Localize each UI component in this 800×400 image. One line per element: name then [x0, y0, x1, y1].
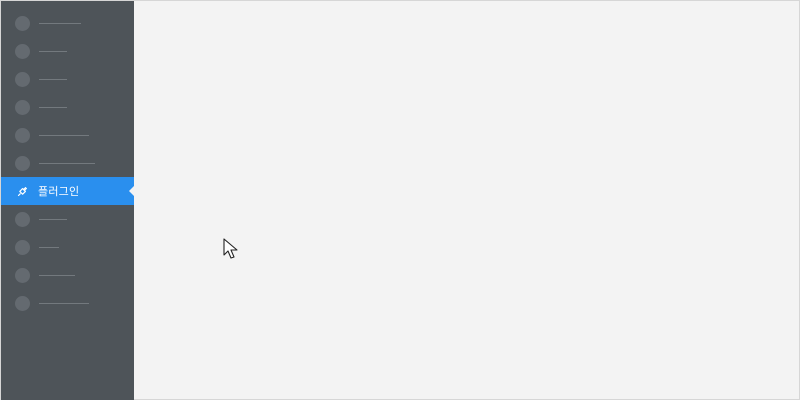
menu-icon	[15, 239, 30, 255]
sidebar-item[interactable]	[1, 289, 134, 317]
menu-label-placeholder	[39, 106, 67, 108]
menu-icon	[15, 127, 30, 143]
sidebar-item[interactable]	[1, 261, 134, 289]
sidebar-item[interactable]	[1, 37, 134, 65]
main-content-area[interactable]	[134, 1, 799, 399]
menu-label-placeholder	[39, 246, 59, 248]
sidebar-item[interactable]	[1, 205, 134, 233]
menu-icon	[15, 99, 30, 115]
sidebar-menu: 플러그인	[1, 1, 134, 317]
sidebar-item-label: 플러그인	[38, 185, 80, 198]
menu-label-placeholder	[39, 50, 67, 52]
plugin-icon	[15, 184, 30, 199]
sidebar-item[interactable]	[1, 149, 134, 177]
menu-icon	[15, 295, 30, 311]
sidebar: 플러그인	[1, 1, 134, 400]
menu-label-placeholder	[39, 162, 95, 164]
sidebar-item[interactable]	[1, 93, 134, 121]
menu-label-placeholder	[39, 218, 67, 220]
mouse-pointer-icon	[223, 238, 241, 260]
menu-icon	[15, 43, 30, 59]
sidebar-item[interactable]	[1, 9, 134, 37]
sidebar-item[interactable]	[1, 65, 134, 93]
app-window: 플러그인	[0, 0, 800, 400]
menu-label-placeholder	[39, 22, 81, 24]
sidebar-item[interactable]	[1, 121, 134, 149]
menu-icon	[15, 15, 30, 31]
menu-icon	[15, 71, 30, 87]
menu-label-placeholder	[39, 274, 75, 276]
menu-icon	[15, 267, 30, 283]
menu-label-placeholder	[39, 134, 89, 136]
sidebar-item-plugins[interactable]: 플러그인	[1, 177, 134, 205]
menu-label-placeholder	[39, 302, 89, 304]
menu-icon	[15, 155, 30, 171]
menu-label-placeholder	[39, 78, 67, 80]
sidebar-item[interactable]	[1, 233, 134, 261]
menu-icon	[15, 211, 30, 227]
